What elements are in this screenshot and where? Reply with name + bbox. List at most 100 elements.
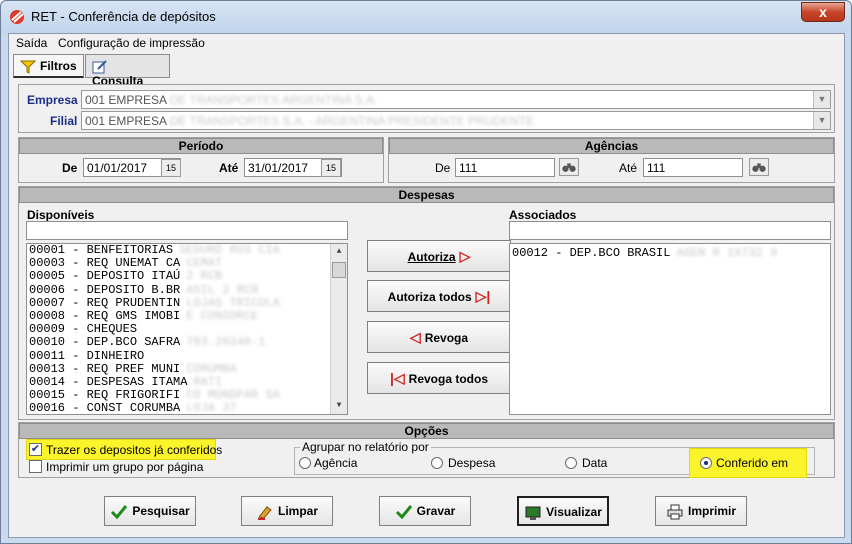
imprimir-grupo-checkbox[interactable] — [29, 460, 42, 473]
scroll-up-icon[interactable]: ▲ — [331, 244, 347, 260]
menu-saida[interactable]: Saída — [16, 36, 47, 50]
calendar-icon[interactable]: 15 — [321, 159, 341, 177]
disponiveis-filter-input[interactable] — [26, 221, 348, 240]
associados-list[interactable]: 00012 - DEP.BCO BRASIL AGEN R 19732 9 — [509, 243, 831, 415]
edit-icon — [92, 60, 107, 74]
visualizar-button[interactable]: Visualizar — [517, 496, 609, 526]
revoga-todos-label: Revoga todos — [408, 372, 489, 386]
chevron-down-icon[interactable]: ▼ — [813, 112, 830, 129]
client-area: Saída Configuração de impressão Filtros … — [8, 33, 845, 538]
close-icon: x — [819, 4, 827, 20]
tab-filtros-label: Filtros — [40, 59, 77, 73]
filial-label: Filial — [50, 114, 78, 128]
arrow-first-icon: |◁ — [389, 370, 405, 386]
checkmark-icon — [111, 504, 128, 520]
autoriza-button[interactable]: Autoriza ▷ — [367, 240, 511, 272]
autoriza-todos-label: Autoriza todos — [387, 290, 472, 304]
empresa-filial-panel: Empresa 001 EMPRESA DE TRANSPORTES ARGEN… — [18, 84, 835, 133]
tab-filtros[interactable]: Filtros — [13, 54, 84, 78]
agencias-de-value: 111 — [459, 161, 478, 175]
agrupar-data-label: Data — [582, 456, 608, 470]
menu-configuracao-impressao[interactable]: Configuração de impressão — [58, 36, 205, 50]
binoculars-icon[interactable] — [749, 158, 769, 176]
agencias-panel: Agências De 111 Até 111 — [388, 137, 835, 183]
list-item-redacted: LOJA 37 — [186, 401, 237, 415]
list-item-text: 00001 - BENFEITORIAS — [29, 243, 174, 257]
associados-filter-input[interactable] — [509, 221, 831, 240]
list-item-redacted: 783.20340-1 — [186, 335, 266, 350]
list-item-redacted: SEGURO RGS CIA — [179, 243, 280, 257]
list-item-redacted: AGEN R 19732 9 — [676, 246, 778, 260]
periodo-de-value: 01/01/2017 — [87, 161, 148, 175]
printer-icon — [667, 504, 683, 520]
pesquisar-button[interactable]: Pesquisar — [104, 496, 196, 526]
list-item-redacted: RATI — [193, 374, 223, 389]
menu-bar: Saída Configuração de impressão — [9, 34, 844, 52]
periodo-de-label: De — [62, 161, 78, 175]
window-title: RET - Conferência de depósitos — [31, 9, 216, 24]
agencias-ate-input[interactable]: 111 — [643, 158, 743, 177]
imprimir-grupo-label: Imprimir um grupo por página — [46, 460, 204, 474]
list-item[interactable]: 00016 - CONST CORUMBA LOJA 37 — [27, 401, 347, 415]
agrupar-despesa-label: Despesa — [448, 456, 496, 470]
app-logo-icon — [10, 10, 24, 24]
periodo-ate-label: Até — [219, 161, 239, 175]
list-item-redacted: CORUMBA — [186, 361, 237, 376]
gravar-button[interactable]: Gravar — [379, 496, 471, 526]
list-item-text: 00014 - DESPESAS ITAMA — [29, 374, 188, 389]
list-item-text: 00016 - CONST CORUMBA — [29, 401, 181, 415]
agrupar-conferido-radio[interactable] — [700, 457, 712, 469]
agencias-de-label: De — [435, 161, 451, 175]
scroll-thumb[interactable] — [332, 262, 346, 278]
periodo-ate-value: 31/01/2017 — [248, 161, 309, 175]
disponiveis-label: Disponíveis — [27, 208, 95, 222]
app-window: RET - Conferência de depósitos x Saída C… — [0, 0, 852, 544]
scroll-down-icon[interactable]: ▼ — [331, 398, 347, 414]
list-item-text: 00007 - REQ PRUDENTIN — [29, 295, 181, 310]
list-item-text: 00015 - REQ FRIGORIFI — [29, 388, 181, 403]
agencias-header: Agências — [389, 138, 834, 154]
chevron-down-icon[interactable]: ▼ — [813, 91, 830, 108]
title-bar[interactable]: RET - Conferência de depósitos x — [1, 1, 851, 33]
periodo-panel: Período De 01/01/2017 15 Até 31/01/2017 … — [18, 137, 384, 183]
list-item-text: 00011 - DINHEIRO — [29, 348, 145, 363]
agencias-de-input[interactable]: 111 — [455, 158, 555, 177]
pesquisar-label: Pesquisar — [132, 504, 190, 518]
autoriza-todos-button[interactable]: Autoriza todos ▷| — [367, 280, 511, 312]
calendar-icon[interactable]: 15 — [161, 159, 181, 177]
disponiveis-list[interactable]: 00001 - BENFEITORIAS SEGURO RGS CIA 00003 … — [26, 243, 348, 415]
list-item-text: 00013 - REQ PREF MUNI — [29, 361, 181, 376]
trazer-checkbox[interactable]: ✔ — [29, 443, 42, 456]
list-item-redacted: CO MONDPAR SA — [186, 388, 280, 403]
tab-consulta[interactable]: Consulta — [85, 54, 170, 88]
limpar-label: Limpar — [277, 504, 318, 518]
list-item-text: 00005 - DEPOSITO ITAÚ — [29, 269, 181, 284]
empresa-label: Empresa — [27, 93, 78, 107]
opcoes-panel: Opções ✔ Trazer os depositos já conferid… — [18, 422, 835, 478]
filial-select[interactable]: 001 EMPRESA DE TRANSPORTES S.A. - ARGENT… — [81, 111, 831, 130]
list-item-text: 00009 - CHEQUES — [29, 322, 138, 337]
disponiveis-scrollbar[interactable]: ▲ ▼ — [330, 244, 347, 414]
imprimir-button[interactable]: Imprimir — [655, 496, 747, 526]
filial-value: 001 EMPRESA — [85, 114, 167, 128]
binoculars-icon[interactable] — [559, 158, 579, 176]
limpar-button[interactable]: Limpar — [241, 496, 333, 526]
agrupar-agencia-radio[interactable] — [299, 457, 311, 469]
revoga-todos-button[interactable]: |◁ Revoga todos — [367, 362, 511, 394]
empresa-select[interactable]: 001 EMPRESA DE TRANSPORTES ARGENTINA S.A… — [81, 90, 831, 109]
despesas-header: Despesas — [19, 187, 834, 203]
list-item[interactable]: 00012 - DEP.BCO BRASIL AGEN R 19732 9 — [510, 246, 830, 260]
empresa-value: 001 EMPRESA — [85, 93, 167, 107]
agencias-ate-value: 111 — [647, 161, 666, 175]
agrupar-conferido-label: Conferido em — [716, 456, 789, 470]
agrupar-data-radio[interactable] — [565, 457, 577, 469]
agrupar-despesa-radio[interactable] — [431, 457, 443, 469]
list-item-redacted: LOJAS TRICOLA — [186, 295, 280, 310]
revoga-button[interactable]: ◁ Revoga — [367, 321, 511, 353]
list-item-text: 00008 - REQ GMS IMOBI — [29, 308, 181, 323]
autoriza-label: Autoriza — [407, 250, 456, 264]
agencias-ate-label: Até — [619, 161, 638, 175]
trazer-label: Trazer os depositos já conferidos — [46, 443, 223, 457]
close-button[interactable]: x — [801, 2, 845, 22]
monitor-icon — [525, 506, 541, 520]
